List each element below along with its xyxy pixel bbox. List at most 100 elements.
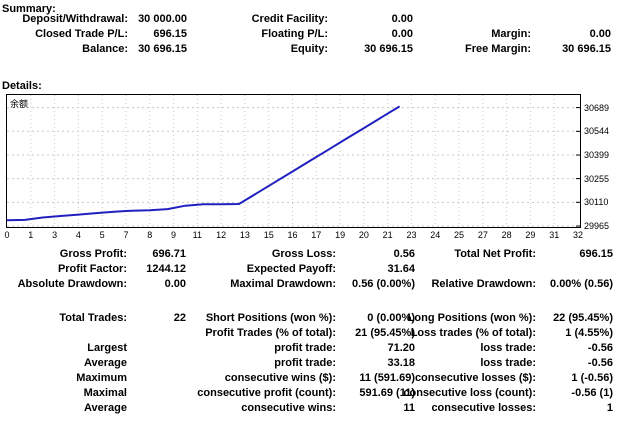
relative-drawdown-value: 0.00% (0.56)	[550, 278, 613, 290]
equity-label: Equity:	[291, 43, 328, 55]
closed-trade-pl-value: 696.15	[153, 28, 187, 40]
expected-payoff-value: 31.64	[387, 263, 415, 275]
details-row: Average profit trade: 33.18 loss trade: …	[0, 357, 620, 372]
details-row: Profit Trades (% of total): 21 (95.45%) …	[0, 327, 620, 342]
x-axis-tick-label: 8	[147, 230, 152, 240]
x-axis-tick-label: 7	[123, 230, 128, 240]
x-axis-tick-label: 27	[478, 230, 488, 240]
y-axis-tick-label: 30544	[584, 126, 609, 136]
gross-profit-value: 696.71	[152, 248, 186, 260]
balance-line	[7, 106, 400, 220]
loss-trades-label: Loss trades (% of total):	[411, 327, 536, 339]
x-axis-tick-label: 1	[28, 230, 33, 240]
largest-row-label: Largest	[87, 342, 127, 354]
x-axis-tick-label: 32	[573, 230, 583, 240]
x-axis-tick-label: 12	[216, 230, 226, 240]
x-axis-tick-label: 3	[52, 230, 57, 240]
consecutive-loss-count-value: -0.56 (1)	[571, 387, 613, 399]
x-axis-tick-label: 9	[171, 230, 176, 240]
absolute-drawdown-label: Absolute Drawdown:	[18, 278, 127, 290]
x-axis-tick-label: 17	[311, 230, 321, 240]
margin-label: Margin:	[491, 28, 531, 40]
gross-profit-label: Gross Profit:	[60, 248, 127, 260]
free-margin-value: 30 696.15	[562, 43, 611, 55]
summary-row: Closed Trade P/L: 696.15 Floating P/L: 0…	[0, 28, 620, 43]
short-positions-label: Short Positions (won %):	[206, 312, 336, 324]
total-net-profit-label: Total Net Profit:	[454, 248, 536, 260]
consecutive-wins-money-label: consecutive wins ($):	[225, 372, 336, 384]
y-axis-tick-label: 30110	[584, 197, 608, 207]
long-positions-value: 22 (95.45%)	[553, 312, 613, 324]
x-axis-tick-label: 5	[100, 230, 105, 240]
x-axis-tick-label: 24	[430, 230, 440, 240]
x-axis-tick-label: 21	[383, 230, 393, 240]
long-positions-label: Long Positions (won %):	[408, 312, 536, 324]
average-loss-trade-value: -0.56	[588, 357, 613, 369]
profit-factor-value: 1244.12	[146, 263, 186, 275]
margin-value: 0.00	[590, 28, 611, 40]
largest-profit-trade-value: 71.20	[387, 342, 415, 354]
details-row: Total Trades: 22 Short Positions (won %)…	[0, 312, 620, 327]
avg-consecutive-losses-label: consecutive losses:	[431, 402, 536, 414]
largest-profit-trade-label: profit trade:	[274, 342, 336, 354]
y-axis-tick-label: 30255	[584, 174, 609, 184]
average-profit-trade-label: profit trade:	[274, 357, 336, 369]
consecutive-profit-count-label: consecutive profit (count):	[197, 387, 336, 399]
gross-loss-label: Gross Loss:	[272, 248, 336, 260]
profit-trades-label: Profit Trades (% of total):	[205, 327, 336, 339]
x-axis-tick-label: 15	[264, 230, 274, 240]
relative-drawdown-label: Relative Drawdown:	[431, 278, 536, 290]
x-axis-tick-label: 29	[525, 230, 535, 240]
expected-payoff-label: Expected Payoff:	[247, 263, 336, 275]
maximal-row-label: Maximal	[84, 387, 127, 399]
maximal-drawdown-label: Maximal Drawdown:	[230, 278, 336, 290]
x-axis-tick-label: 13	[240, 230, 250, 240]
free-margin-label: Free Margin:	[465, 43, 531, 55]
consecutive-losses-money-value: 1 (-0.56)	[571, 372, 613, 384]
summary-row: Deposit/Withdrawal: 30 000.00 Credit Fac…	[0, 13, 620, 28]
maximal-drawdown-value: 0.56 (0.00%)	[352, 278, 415, 290]
balance-line-chart	[6, 94, 581, 228]
x-axis-tick-label: 20	[359, 230, 369, 240]
average-loss-trade-label: loss trade:	[480, 357, 536, 369]
balance-chart: 余额	[6, 94, 581, 228]
x-axis-tick-label: 0	[4, 230, 9, 240]
details-row: Gross Profit: 696.71 Gross Loss: 0.56 To…	[0, 248, 620, 263]
details-row: Maximum consecutive wins ($): 11 (591.69…	[0, 372, 620, 387]
profit-factor-label: Profit Factor:	[58, 263, 127, 275]
details-row: Profit Factor: 1244.12 Expected Payoff: …	[0, 263, 620, 278]
equity-value: 30 696.15	[364, 43, 413, 55]
total-trades-value: 22	[174, 312, 186, 324]
account-statement-report: Summary: Deposit/Withdrawal: 30 000.00 C…	[0, 0, 620, 421]
credit-facility-label: Credit Facility:	[252, 13, 328, 25]
x-axis-tick-label: 19	[335, 230, 345, 240]
x-axis-tick-label: 25	[454, 230, 464, 240]
maximum-row-label: Maximum	[76, 372, 127, 384]
average-row-label: Average	[84, 402, 127, 414]
x-axis-tick-label: 4	[76, 230, 81, 240]
details-heading: Details:	[2, 80, 42, 92]
average-row-label: Average	[84, 357, 127, 369]
x-axis-tick-label: 11	[193, 230, 202, 240]
deposit-withdrawal-label: Deposit/Withdrawal:	[22, 13, 128, 25]
x-axis-tick-label: 23	[406, 230, 416, 240]
credit-facility-value: 0.00	[392, 13, 413, 25]
y-axis-tick-label: 30399	[584, 150, 609, 160]
chart-border	[7, 95, 581, 228]
y-axis-tick-label: 29965	[584, 221, 609, 231]
consecutive-loss-count-label: consecutive loss (count):	[403, 387, 536, 399]
closed-trade-pl-label: Closed Trade P/L:	[35, 28, 128, 40]
floating-pl-label: Floating P/L:	[261, 28, 328, 40]
x-axis-tick-label: 31	[549, 230, 559, 240]
balance-label: Balance:	[82, 43, 128, 55]
average-profit-trade-value: 33.18	[387, 357, 415, 369]
summary-row: Balance: 30 696.15 Equity: 30 696.15 Fre…	[0, 43, 620, 58]
balance-value: 30 696.15	[138, 43, 187, 55]
x-axis-tick-label: 16	[287, 230, 297, 240]
avg-consecutive-wins-label: consecutive wins:	[241, 402, 336, 414]
total-trades-label: Total Trades:	[59, 312, 127, 324]
absolute-drawdown-value: 0.00	[165, 278, 186, 290]
deposit-withdrawal-value: 30 000.00	[138, 13, 187, 25]
consecutive-wins-money-value: 11 (591.69)	[359, 372, 415, 384]
chart-series-label: 余额	[10, 97, 28, 110]
